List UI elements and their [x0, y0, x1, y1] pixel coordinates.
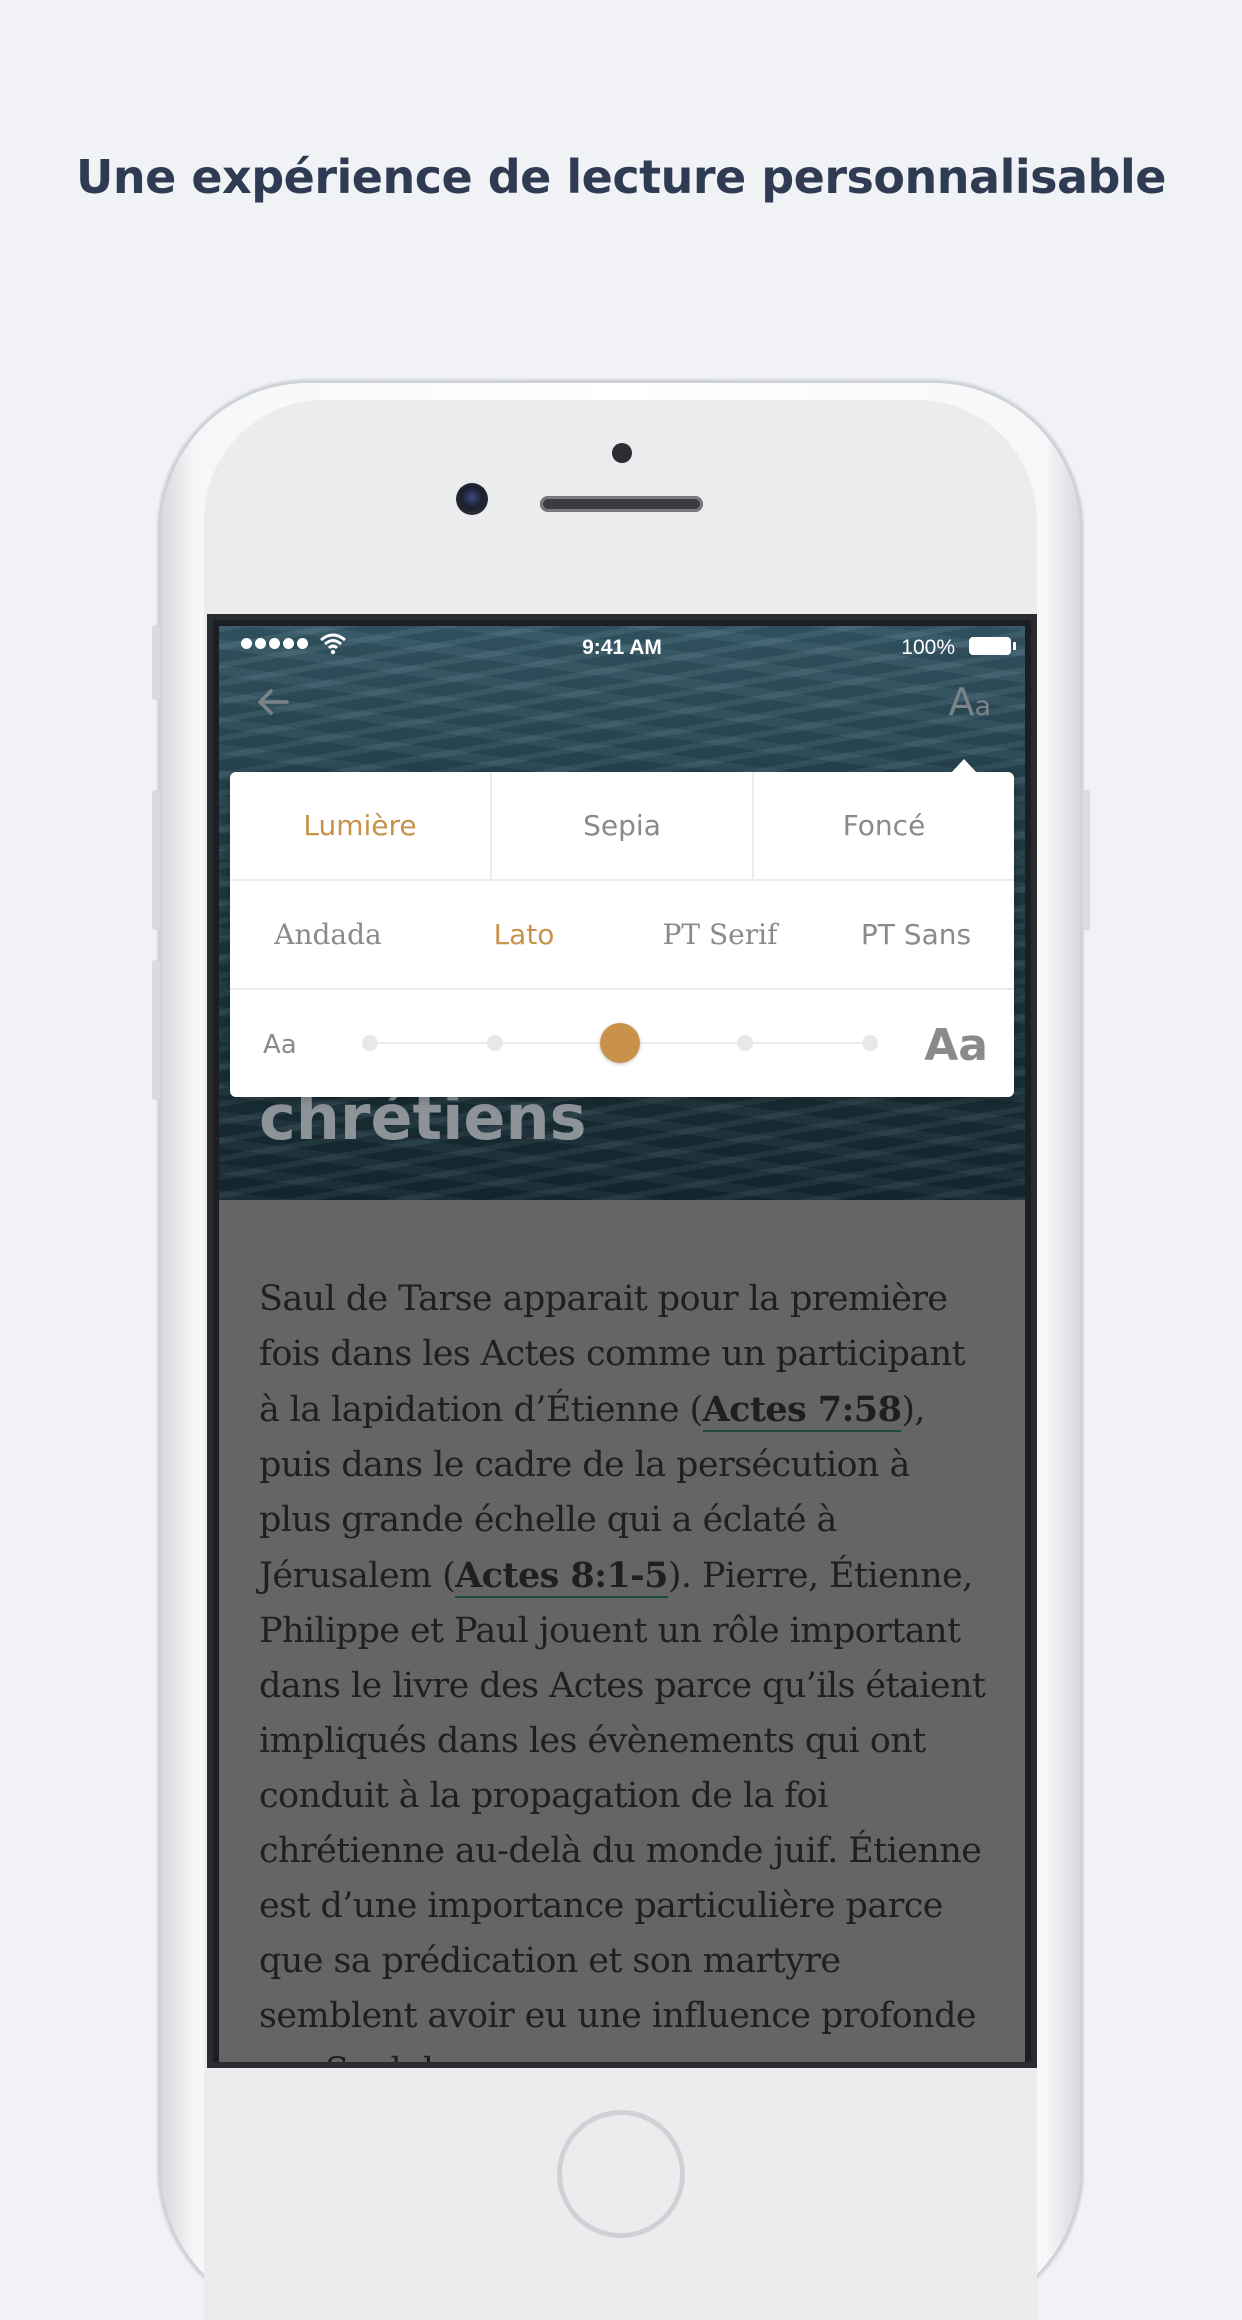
mute-switch [152, 625, 160, 700]
article-text: ). Pierre, Étienne, Philippe et Paul jou… [259, 1556, 986, 2062]
text-size-step[interactable] [487, 1035, 503, 1051]
text-size-step[interactable] [862, 1035, 878, 1051]
theme-option-lumiere[interactable]: Lumière [230, 772, 492, 879]
volume-down-button [152, 960, 160, 1100]
article-paragraph: Saul de Tarse apparait pour la première … [259, 1272, 989, 2062]
battery-icon [969, 637, 1016, 655]
reading-settings-popover: Lumière Sepia Foncé Andada Lato PT Serif… [230, 759, 1014, 1097]
text-size-step[interactable] [362, 1035, 378, 1051]
volume-up-button [152, 790, 160, 930]
font-toggle-big-letter: A [948, 680, 975, 724]
font-option-andada[interactable]: Andada [230, 918, 426, 951]
front-camera [456, 483, 488, 515]
theme-selector: Lumière Sepia Foncé [230, 772, 1014, 881]
scripture-reference-link[interactable]: Actes 8:1-5 [455, 1555, 668, 1598]
font-option-pt-serif[interactable]: PT Serif [622, 918, 818, 951]
text-size-step[interactable] [737, 1035, 753, 1051]
theme-option-fonce[interactable]: Foncé [754, 772, 1014, 879]
theme-option-sepia[interactable]: Sepia [492, 772, 754, 879]
font-selector: Andada Lato PT Serif PT Sans [230, 881, 1014, 990]
text-size-small-label: Aa [263, 1030, 297, 1060]
power-button [1082, 790, 1090, 930]
text-size-large-label: Aa [924, 1020, 988, 1071]
font-toggle-small-letter: a [974, 691, 991, 722]
text-size-slider-knob[interactable] [600, 1023, 640, 1063]
proximity-sensor [612, 443, 632, 463]
earpiece-speaker [540, 496, 703, 512]
article-body: Saul de Tarse apparait pour la première … [219, 1200, 1025, 2062]
home-button [557, 2110, 685, 2238]
text-size-selector: Aa Aa [230, 990, 1014, 1097]
font-option-lato[interactable]: Lato [426, 918, 622, 951]
back-arrow-icon[interactable] [253, 682, 293, 722]
page-headline: Une expérience de lecture personnalisabl… [76, 150, 1166, 204]
scripture-reference-link[interactable]: Actes 7:58 [702, 1389, 902, 1432]
battery-percentage: 100% [901, 636, 955, 659]
phone-screen: chrétiens 9:41 AM 100% Aa Lumière Sepia … [213, 620, 1031, 2062]
font-option-pt-sans[interactable]: PT Sans [818, 918, 1014, 951]
font-settings-button[interactable]: Aa [948, 680, 991, 724]
status-bar: 9:41 AM 100% [219, 626, 1025, 666]
